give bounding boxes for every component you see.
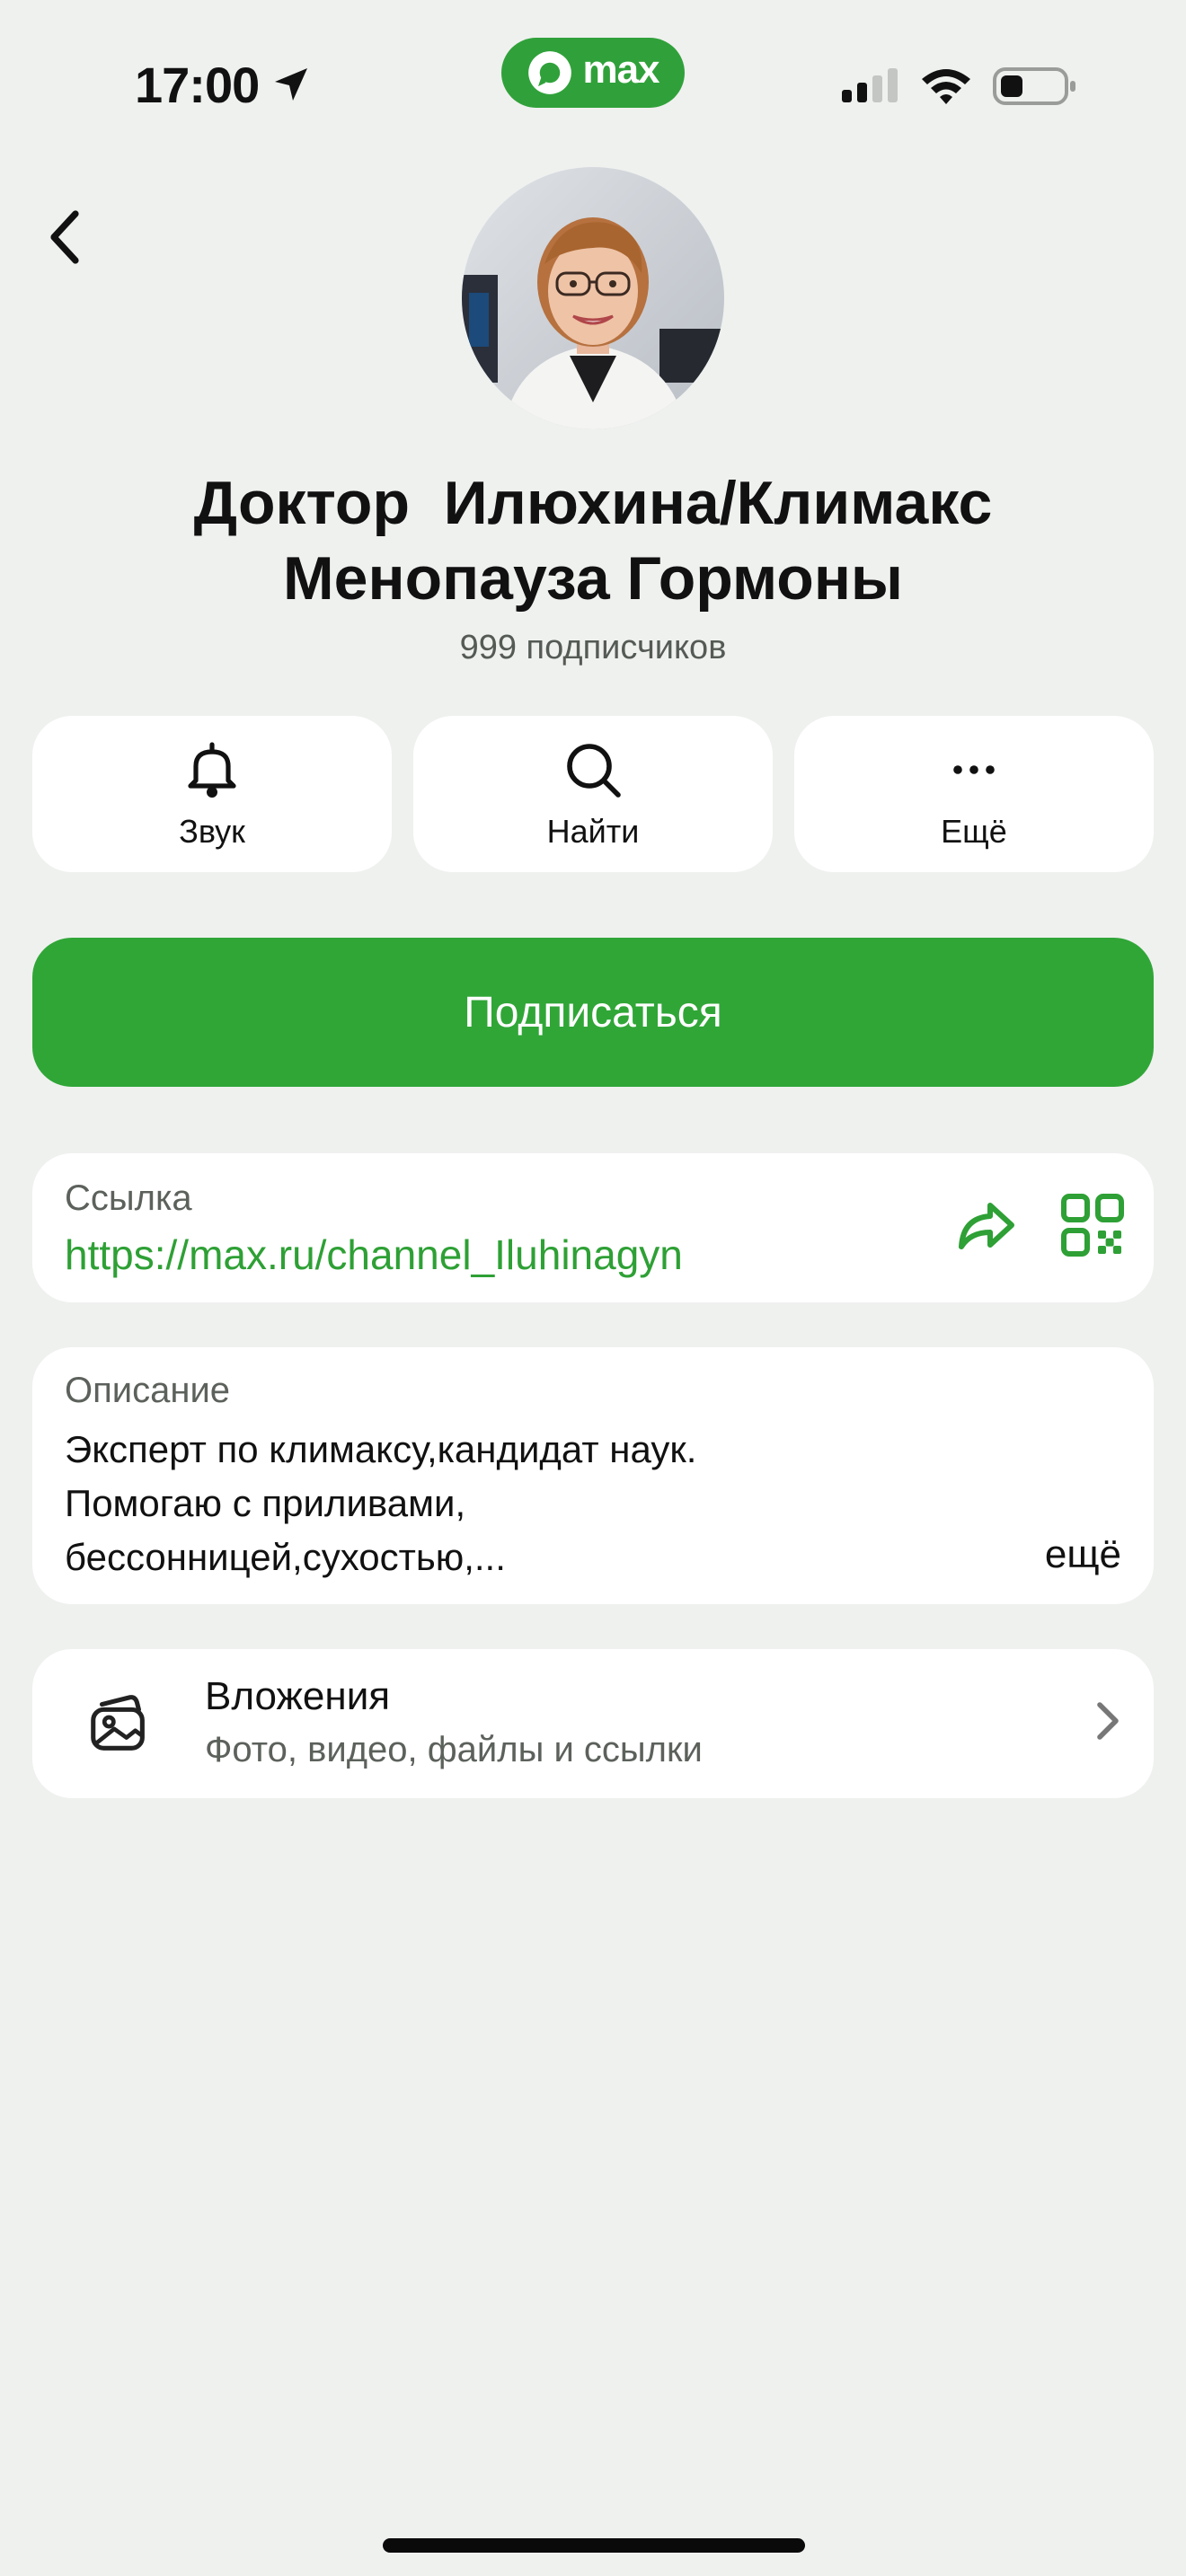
link-card: Ссылка https://max.ru/channel_Iluhinagyn [32,1153,1154,1302]
subscribe-button[interactable]: Подписаться [32,938,1154,1087]
gallery-icon [91,1695,145,1751]
cellular-signal-icon [842,68,898,102]
location-arrow-icon [275,68,307,101]
link-caption: Ссылка [65,1178,192,1218]
description-more-link[interactable]: ещё [1045,1532,1121,1577]
channel-title: Доктор Илюхина/Климакс Менопауза Гормоны [193,469,993,613]
search-button[interactable]: Найти [413,716,773,872]
max-app-label: max [582,48,659,92]
more-button[interactable]: Ещё [794,716,1154,872]
chevron-right-icon [1097,1702,1119,1740]
back-button[interactable] [27,199,102,275]
status-time: 17:00 [135,57,260,113]
channel-link[interactable]: https://max.ru/channel_Iluhinagyn [65,1231,683,1279]
description-card: Описание Эксперт по климаксу,кандидат на… [32,1347,1154,1604]
home-indicator[interactable] [383,2538,805,2553]
channel-profile-screen: 17:00 max Доктор Илюхина/Климакс Менопау… [0,0,1186,2576]
sound-button-label: Звук [179,813,245,850]
battery-icon [993,67,1075,105]
subscriber-count: 999 подписчиков [459,629,727,666]
max-app-badge[interactable]: max [501,38,685,108]
description-text: Эксперт по климаксу,кандидат наук. Помог… [65,1428,697,1578]
qr-code-icon[interactable] [1057,1189,1128,1261]
attachments-title: Вложения [205,1674,391,1718]
wifi-icon [922,69,970,104]
share-icon[interactable] [952,1191,1021,1259]
bell-icon [188,742,236,798]
description-caption: Описание [65,1371,231,1410]
attachments-subtitle: Фото, видео, файлы и ссылки [205,1730,703,1769]
search-icon [567,744,621,798]
chevron-left-icon [50,210,79,264]
attachments-row[interactable]: Вложения Фото, видео, файлы и ссылки [32,1649,1154,1798]
more-button-label: Ещё [941,813,1007,850]
more-dots-icon [953,765,995,774]
search-button-label: Найти [546,813,640,850]
max-logo-icon [528,51,572,94]
channel-avatar [462,167,724,429]
status-bar: 17:00 max [0,0,1186,144]
sound-button[interactable]: Звук [32,716,392,872]
